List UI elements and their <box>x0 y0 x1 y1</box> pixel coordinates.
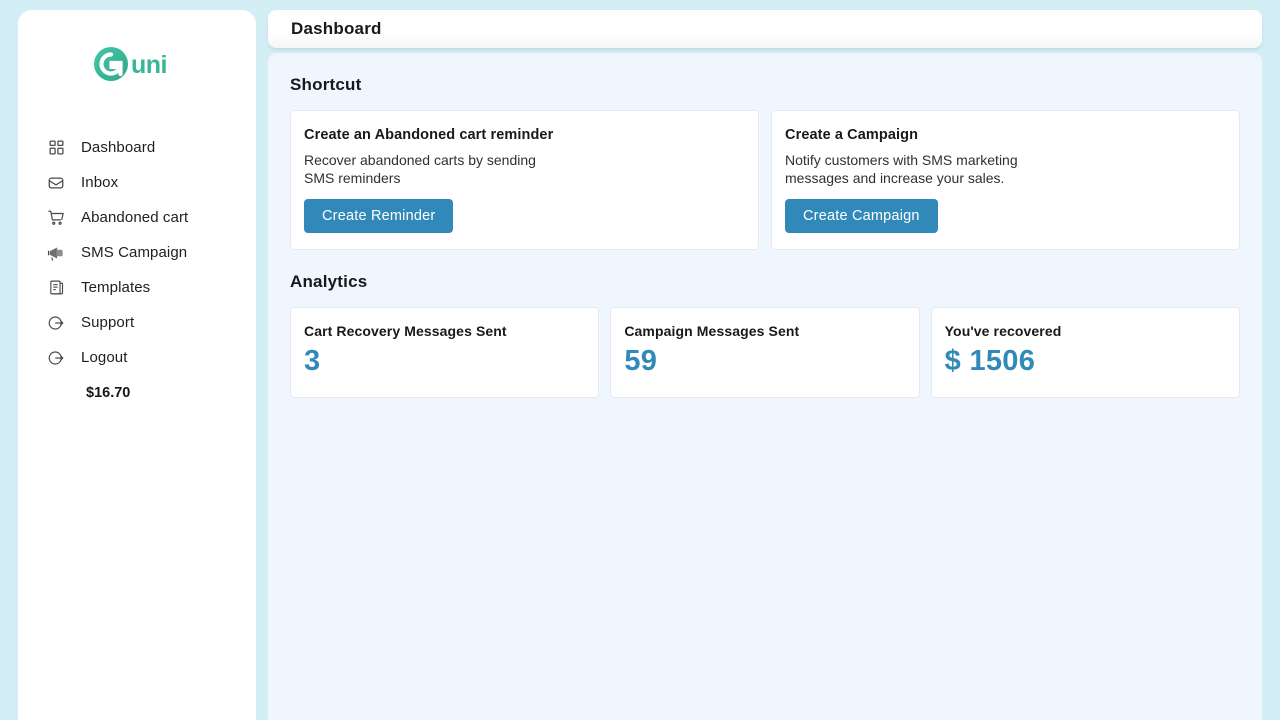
sidebar-item-abandoned-cart[interactable]: Abandoned cart <box>18 200 256 235</box>
sidebar-item-logout[interactable]: Logout <box>18 340 256 375</box>
stat-card-cart-recovery-messages-sent: Cart Recovery Messages Sent 3 <box>290 307 599 397</box>
create-reminder-button[interactable]: Create Reminder <box>304 199 453 233</box>
shortcut-card-abandoned-cart-reminder: Create an Abandoned cart reminder Recove… <box>290 110 759 250</box>
page-title: Dashboard <box>291 19 382 39</box>
sidebar-item-dashboard[interactable]: Dashboard <box>18 130 256 165</box>
sidebar-item-support[interactable]: Support <box>18 305 256 340</box>
sidebar-item-label: Inbox <box>81 175 118 190</box>
stat-label: Campaign Messages Sent <box>624 323 904 339</box>
account-balance: $16.70 <box>18 375 256 410</box>
shortcut-section-title: Shortcut <box>290 75 1240 95</box>
guni-logo-icon: uni <box>91 44 183 84</box>
support-icon <box>45 312 67 334</box>
sidebar-item-label: Logout <box>81 350 127 365</box>
shortcut-card-create-campaign: Create a Campaign Notify customers with … <box>771 110 1240 250</box>
brand-logo[interactable]: uni <box>18 10 256 118</box>
stat-value: 59 <box>624 345 904 378</box>
shortcut-card-title: Create a Campaign <box>785 127 1225 143</box>
sidebar-item-label: Support <box>81 315 134 330</box>
shortcut-card-title: Create an Abandoned cart reminder <box>304 127 744 143</box>
sidebar-nav: Dashboard Inbox Abandoned cart <box>18 118 256 410</box>
analytics-card-list: Cart Recovery Messages Sent 3 Campaign M… <box>290 307 1240 397</box>
stat-card-campaign-messages-sent: Campaign Messages Sent 59 <box>610 307 919 397</box>
grid-icon <box>45 137 67 159</box>
logout-icon <box>45 347 67 369</box>
balance-value: $16.70 <box>86 385 130 401</box>
sidebar-item-sms-campaign[interactable]: SMS Campaign <box>18 235 256 270</box>
shopping-cart-icon <box>45 207 67 229</box>
inbox-icon <box>45 172 67 194</box>
sidebar-item-inbox[interactable]: Inbox <box>18 165 256 200</box>
stat-label: Cart Recovery Messages Sent <box>304 323 584 339</box>
sidebar-item-label: Dashboard <box>81 140 155 155</box>
sidebar-item-label: Abandoned cart <box>81 210 188 225</box>
analytics-section-title: Analytics <box>290 272 1240 292</box>
shortcut-card-list: Create an Abandoned cart reminder Recove… <box>290 110 1240 250</box>
megaphone-icon <box>45 242 67 264</box>
stat-value: $ 1506 <box>945 345 1225 378</box>
create-campaign-button[interactable]: Create Campaign <box>785 199 938 233</box>
shortcut-card-description: Recover abandoned carts by sending SMS r… <box>304 151 554 187</box>
shortcut-card-description: Notify customers with SMS marketing mess… <box>785 151 1035 187</box>
main-content: Shortcut Create an Abandoned cart remind… <box>268 53 1262 720</box>
sidebar-item-label: SMS Campaign <box>81 245 187 260</box>
sidebar-item-templates[interactable]: Templates <box>18 270 256 305</box>
stat-label: You've recovered <box>945 323 1225 339</box>
sidebar: uni Dashboard Inbox <box>18 10 256 720</box>
svg-text:uni: uni <box>131 51 167 79</box>
stat-value: 3 <box>304 345 584 378</box>
stat-card-youve-recovered: You've recovered $ 1506 <box>931 307 1240 397</box>
sidebar-item-label: Templates <box>81 280 150 295</box>
page-header: Dashboard <box>268 10 1262 48</box>
templates-icon <box>45 277 67 299</box>
